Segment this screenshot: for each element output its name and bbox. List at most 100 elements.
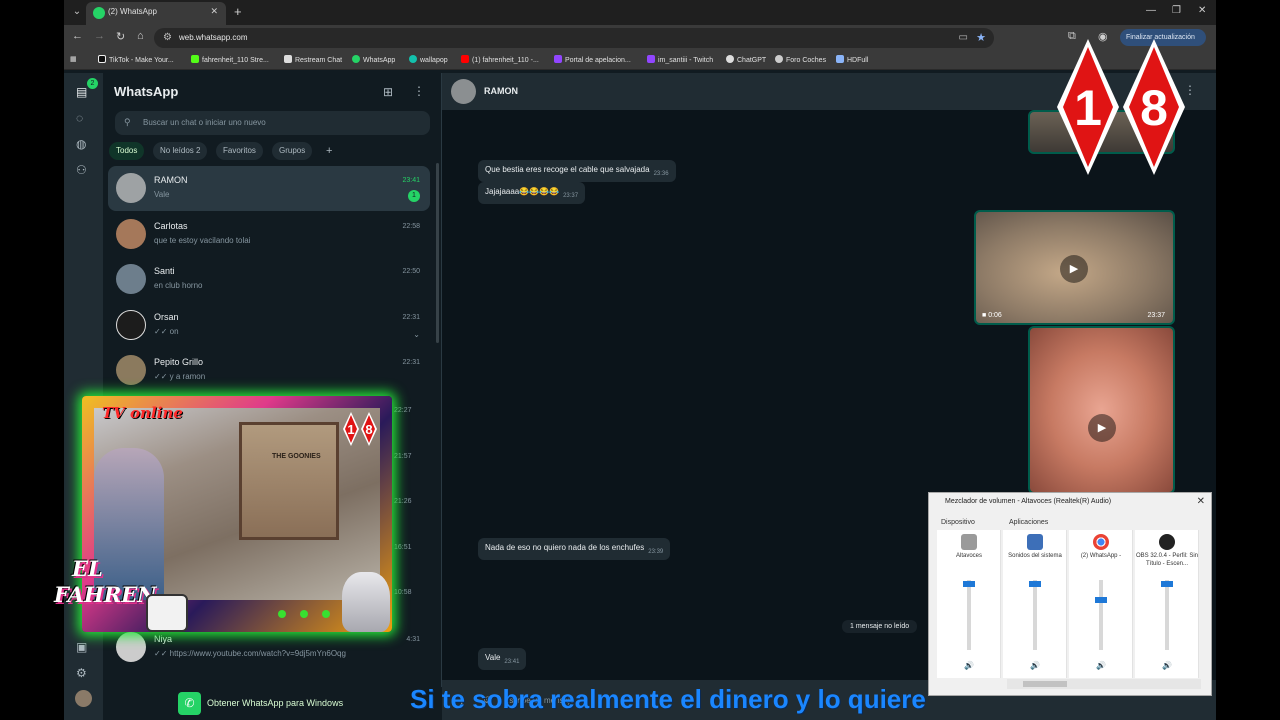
app-title: WhatsApp (114, 84, 179, 99)
mute-icon[interactable]: 🔊 (1030, 661, 1040, 670)
url-text[interactable]: web.whatsapp.com (179, 33, 247, 42)
mixer-channel: Sonidos del sistema 🔊 (1003, 530, 1067, 678)
new-tab-icon[interactable]: + (234, 4, 242, 19)
chat-time: 22:58 (402, 223, 420, 230)
chat-preview: que te estoy vacilando tolai (154, 236, 251, 245)
contact-name[interactable]: RAMON (484, 86, 518, 96)
video-message[interactable]: ▶ ■ 0:06 23:37 (974, 210, 1175, 325)
tab-strip: ⌄ (2) WhatsApp ✕ + — ❐ ✕ (64, 0, 1216, 25)
chat-row[interactable]: Pepito Grillo ✓✓ y a ramon 22:31 (108, 348, 430, 393)
volume-slider[interactable] (963, 580, 975, 587)
profile-avatar[interactable] (75, 690, 92, 707)
mixer-close-icon[interactable]: ✕ (1197, 496, 1205, 507)
search-icon: ⚲ (124, 117, 131, 127)
status-icon[interactable]: ◌ (76, 111, 83, 125)
communities-icon[interactable]: ⚇ (76, 163, 87, 177)
menu-icon[interactable]: ⋮ (413, 84, 425, 98)
filter-groups[interactable]: Grupos (272, 142, 313, 160)
maximize-icon[interactable]: ❐ (1172, 5, 1181, 16)
filter-add-icon[interactable]: + (319, 142, 339, 160)
bookmark-item[interactable]: im_santiii - Twitch (647, 55, 713, 64)
volume-slider[interactable] (1095, 596, 1107, 603)
get-app-label[interactable]: Obtener WhatsApp para Windows (207, 698, 343, 708)
forward-icon[interactable]: → (94, 30, 105, 42)
bookmark-item[interactable]: (1) fahrenheit_110 -... (461, 55, 539, 64)
volume-slider[interactable] (1161, 580, 1173, 587)
chat-row[interactable]: Orsan ✓✓ on 22:31 ⌄ (108, 303, 430, 348)
channel-name: OBS 32.0.4 - Perfil: Sin Título - Escen.… (1135, 553, 1199, 567)
reload-icon[interactable]: ↻ (116, 30, 125, 43)
message-time: 23:41 (504, 659, 520, 665)
tab-search-icon[interactable]: ⌄ (68, 4, 86, 20)
message-text: Jajajaaaa😂😂😂😂 (485, 187, 560, 196)
chat-list-scrollbar[interactable] (436, 163, 439, 343)
apps-grid-icon[interactable]: ▦ (70, 55, 77, 63)
message-bubble: Vale 23:41 (478, 648, 527, 670)
get-app-banner[interactable]: ✆ Obtener WhatsApp para Windows (103, 687, 442, 720)
cast-icon[interactable]: ▭ (959, 32, 968, 43)
chat-row[interactable]: RAMON Vale 23:41 1 (108, 166, 430, 211)
age-rating-logo: 1 8 (1057, 39, 1185, 175)
filter-unread[interactable]: No leídos 2 (153, 142, 208, 160)
chat-name: Carlotas (154, 221, 188, 231)
bookmark-item[interactable]: Portal de apelacion... (554, 55, 631, 64)
chats-icon[interactable]: ▤ (76, 85, 87, 99)
obs-icon (1159, 534, 1175, 550)
bookmark-item[interactable]: Foro Coches (775, 55, 826, 64)
mixer-scroll-thumb[interactable] (1023, 681, 1067, 687)
bookmark-item[interactable]: ChatGPT (726, 55, 766, 64)
address-bar[interactable]: ⚙ web.whatsapp.com ▭ ★ (154, 28, 994, 48)
bookmark-item[interactable]: WhatsApp (352, 55, 395, 64)
channel-name: Altavoces (955, 553, 982, 559)
filter-favorites[interactable]: Favoritos (216, 142, 263, 160)
chat-time: 22:31 (402, 314, 420, 321)
mixer-channel: OBS 32.0.4 - Perfil: Sin Título - Escen.… (1135, 530, 1199, 678)
speaker-icon (961, 534, 977, 550)
chat-row[interactable]: Carlotas que te estoy vacilando tolai 22… (108, 212, 430, 257)
mute-icon[interactable]: 🔊 (1096, 661, 1106, 670)
chat-row[interactable]: Santi en club horno 22:50 (108, 257, 430, 302)
volume-track (1033, 580, 1037, 650)
tab-title: (2) WhatsApp (108, 7, 157, 16)
avatar (116, 264, 146, 294)
bookmark-item[interactable]: Restream Chat (284, 55, 342, 64)
new-chat-icon[interactable]: ⊞ (383, 85, 393, 99)
message-time: 23:37 (563, 193, 579, 199)
logo-digit: 1 (1074, 80, 1102, 136)
bookmark-item[interactable]: fahrenheit_110 Stre... (191, 55, 269, 64)
stream-subtitle: Si te sobra realmente el dinero y lo qui… (410, 684, 926, 714)
channel-name: (2) WhatsApp - (1080, 553, 1122, 559)
back-icon[interactable]: ← (72, 30, 83, 42)
video-message[interactable]: ▶ (1028, 326, 1175, 494)
home-icon[interactable]: ⌂ (137, 30, 144, 42)
filter-all[interactable]: Todos (109, 142, 145, 160)
movie-poster: THE GOONIES (239, 422, 339, 540)
settings-icon[interactable]: ⚙ (76, 666, 87, 680)
poster-text: THE GOONIES (272, 453, 321, 460)
play-icon[interactable]: ▶ (1060, 255, 1088, 283)
play-icon[interactable]: ▶ (1088, 414, 1116, 442)
volume-slider[interactable] (1029, 580, 1041, 587)
contact-avatar[interactable] (451, 79, 476, 104)
bookmark-star-icon[interactable]: ★ (976, 31, 986, 44)
channel-name: Sonidos del sistema (1008, 553, 1062, 559)
mute-icon[interactable]: 🔊 (1162, 661, 1172, 670)
mute-icon[interactable]: 🔊 (964, 661, 974, 670)
chevron-down-icon[interactable]: ⌄ (413, 330, 420, 339)
bookmark-item[interactable]: wallapop (409, 55, 448, 64)
whatsapp-favicon-icon (93, 7, 105, 19)
site-info-icon[interactable]: ⚙ (163, 32, 172, 43)
channels-icon[interactable]: ◍ (76, 137, 86, 151)
search-input[interactable]: ⚲ Buscar un chat o iniciar uno nuevo (115, 111, 430, 135)
minimize-icon[interactable]: — (1146, 5, 1156, 16)
tab-close-icon[interactable]: ✕ (210, 6, 218, 17)
cam-logo-digit: 8 (365, 422, 372, 437)
mixer-scrollbar[interactable] (1007, 679, 1201, 689)
bookmark-item[interactable]: TikTok - Make Your... (98, 55, 174, 64)
chat-name: Orsan (154, 312, 179, 322)
joystick-icon (146, 594, 188, 632)
bookmark-item[interactable]: HDFull (836, 55, 868, 64)
window-close-icon[interactable]: ✕ (1198, 5, 1206, 16)
message-text: Nada de eso no quiero nada de los enchuf… (485, 543, 645, 552)
browser-tab[interactable]: (2) WhatsApp ✕ (86, 2, 226, 25)
